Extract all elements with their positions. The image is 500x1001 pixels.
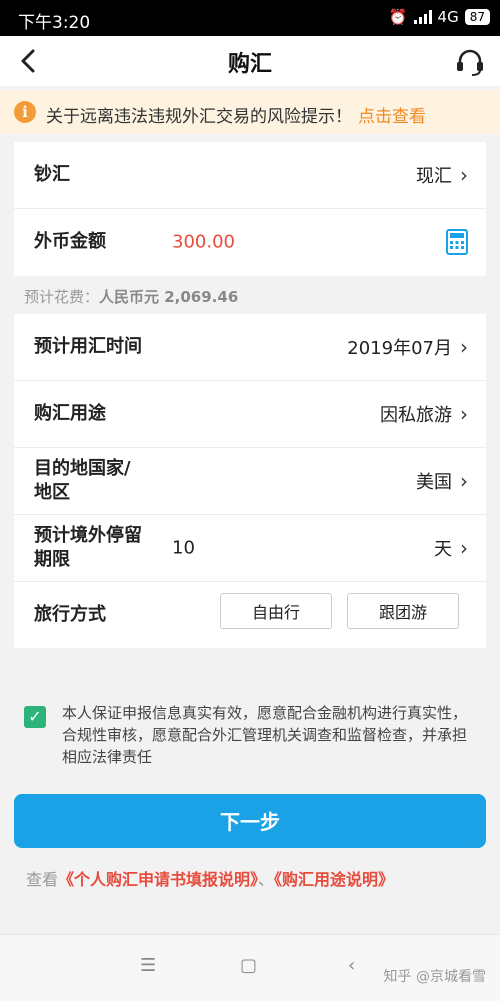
app-header: 购汇 — [0, 36, 500, 86]
usage-time-value: 2019年07月 — [347, 338, 452, 359]
chevron-right-icon: › — [460, 163, 468, 187]
notice-text: 关于远离违法违规外汇交易的风险提示！ — [46, 107, 352, 127]
cash-type-value: 现汇 — [416, 166, 452, 187]
estimate-prefix: 预计花费： — [24, 288, 100, 306]
usage-time-row[interactable]: 预计用汇时间 2019年07月 › — [14, 314, 486, 381]
risk-notice-bar: i 关于远离违法违规外汇交易的风险提示！ 点击查看 — [0, 90, 500, 134]
usage-time-label: 预计用汇时间 — [34, 336, 142, 357]
stay-period-unit: 天 — [434, 539, 452, 560]
travel-option-independent[interactable]: 自由行 — [220, 593, 332, 629]
destination-value: 美国 — [416, 472, 452, 493]
application-guide-link[interactable]: 《个人购汇申请书填报说明》 — [58, 870, 258, 889]
page-title: 购汇 — [227, 52, 272, 77]
menu-icon[interactable]: ☰ — [140, 955, 156, 976]
links-prefix: 查看 — [26, 870, 59, 889]
back-icon[interactable]: ‹ — [348, 955, 355, 976]
status-time: 下午3:20 — [18, 13, 91, 33]
estimate-value: 人民币元 2,069.46 — [99, 288, 239, 306]
alarm-icon: ⏰ — [388, 8, 408, 26]
stay-period-label-line2: 期限 — [34, 549, 70, 570]
stay-period-label-line1: 预计境外停留 — [34, 525, 142, 546]
links-separator: 、 — [258, 870, 275, 889]
signal-icon — [413, 10, 432, 24]
chevron-right-icon: › — [460, 469, 468, 493]
status-bar: 下午3:20 ⏰ 4G 87 — [0, 0, 500, 36]
destination-label: 目的地国家/地区 — [34, 457, 131, 505]
destination-label-line1: 目的地国家/ — [34, 458, 131, 479]
amount-input[interactable]: 300.00 — [172, 232, 235, 253]
help-links: 查看《个人购汇申请书填报说明》、《购汇用途说明》 — [26, 866, 394, 890]
agreement-text: 本人保证申报信息真实有效，愿意配合金融机构进行真实性，合规性审核，愿意配合外汇管… — [62, 704, 468, 766]
travel-option-group[interactable]: 跟团游 — [347, 593, 459, 629]
estimate-text: 预计花费：人民币元 2,069.46 — [24, 286, 238, 307]
stay-period-input[interactable]: 10 — [172, 538, 195, 559]
chevron-right-icon: › — [460, 536, 468, 560]
headset-icon[interactable] — [454, 46, 486, 78]
travel-mode-label: 旅行方式 — [34, 604, 106, 625]
chevron-right-icon: › — [460, 335, 468, 359]
purpose-value: 因私旅游 — [380, 405, 452, 426]
cash-type-row[interactable]: 钞汇 现汇 › — [14, 142, 486, 209]
details-card: 预计用汇时间 2019年07月 › 购汇用途 因私旅游 › 目的地国家/地区 美… — [14, 314, 486, 648]
purpose-guide-link[interactable]: 《购汇用途说明》 — [274, 870, 394, 889]
purpose-row[interactable]: 购汇用途 因私旅游 › — [14, 381, 486, 448]
stay-period-row[interactable]: 预计境外停留 期限 10 天 › — [14, 515, 486, 582]
chevron-right-icon: › — [460, 402, 468, 426]
cash-type-label: 钞汇 — [34, 164, 70, 185]
amount-label: 外币金额 — [34, 231, 106, 252]
destination-row[interactable]: 目的地国家/地区 美国 › — [14, 448, 486, 515]
calculator-icon[interactable] — [446, 229, 468, 255]
next-step-button[interactable]: 下一步 — [14, 794, 486, 848]
amount-row: 外币金额 300.00 — [14, 209, 486, 275]
purpose-label: 购汇用途 — [34, 403, 106, 424]
destination-label-line2: 地区 — [34, 482, 70, 503]
travel-mode-row: 旅行方式 自由行 跟团游 — [14, 582, 486, 648]
battery-icon: 87 — [464, 9, 490, 25]
network-label: 4G — [437, 8, 459, 26]
notice-link[interactable]: 点击查看 — [358, 102, 426, 127]
watermark: 知乎 @京城看雪 — [383, 969, 486, 985]
agreement-checkbox[interactable]: ✓ — [24, 706, 46, 728]
stay-period-label: 预计境外停留 期限 — [34, 524, 142, 572]
amount-card: 钞汇 现汇 › 外币金额 300.00 — [14, 142, 486, 276]
home-icon[interactable]: ▢ — [240, 955, 257, 976]
info-icon: i — [14, 101, 36, 123]
